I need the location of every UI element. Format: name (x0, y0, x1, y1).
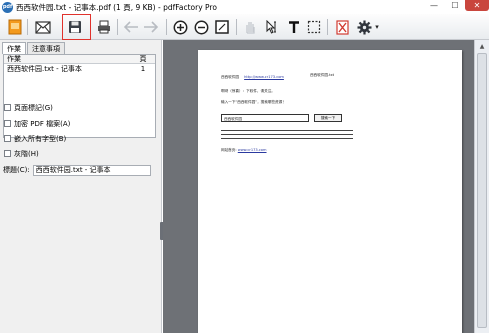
forward-arrow-icon[interactable] (142, 18, 160, 36)
scroll-up-arrow-icon[interactable]: ▲ (475, 40, 489, 52)
toolbar-separator (166, 19, 167, 35)
job-list-header: 作業 頁 (4, 55, 155, 64)
title-field-label: 標題(C): (3, 166, 30, 174)
embed-fonts-label: 嵌入所有字型(B) (14, 134, 67, 143)
close-button[interactable]: ✕ (465, 0, 489, 11)
vertical-scrollbar[interactable]: ▲ (474, 40, 489, 333)
encrypt-pdf-checkbox[interactable] (4, 120, 11, 127)
window-title: 西西软件园.txt - 记事本.pdf (1 頁, 9 KB) - pdfFac… (16, 2, 217, 12)
doc-divider (221, 130, 353, 131)
maximize-button[interactable]: ☐ (445, 0, 465, 11)
encrypt-pdf-label: 加密 PDF 檔案(A) (14, 119, 71, 128)
doc-search-input-value: 西西软件园 (224, 116, 242, 121)
settings-dropdown-arrow-icon[interactable]: ▾ (373, 18, 381, 36)
option-encrypt-pdf[interactable]: 加密 PDF 檔案(A) (4, 118, 70, 129)
column-header-job[interactable]: 作業 (4, 54, 132, 64)
doc-footer-link[interactable]: www.cr173.com (238, 148, 267, 152)
title-bar: pdf 西西软件园.txt - 记事本.pdf (1 頁, 9 KB) - pd… (0, 0, 489, 14)
pdf-page: 西西软件园 http://www.cr173.com 西西软件园.txt 啊呀（… (198, 50, 462, 333)
option-embed-fonts[interactable]: 嵌入所有字型(B) (4, 133, 66, 144)
title-input[interactable]: 西西软件园.txt - 记事本 (32, 164, 151, 176)
doc-footer-label: 网站首页: (221, 148, 237, 152)
option-grayscale[interactable]: 灰階(H) (4, 148, 39, 159)
job-row[interactable]: 西西软件园.txt - 记事本 1 (4, 64, 155, 74)
tab-notes[interactable]: 注意事項 (27, 42, 65, 54)
doc-divider (221, 134, 353, 135)
page-marks-checkbox[interactable] (4, 104, 11, 111)
option-page-marks[interactable]: 頁面標記(G) (4, 102, 53, 113)
select-cursor-icon[interactable] (263, 18, 281, 36)
zoom-in-icon[interactable] (172, 18, 189, 36)
doc-site-name: 西西软件园 (221, 75, 239, 79)
hand-icon[interactable] (242, 18, 258, 36)
save-button-highlight (62, 14, 91, 40)
zoom-out-icon[interactable] (193, 18, 210, 36)
left-panel: 作業 注意事項 作業 頁 西西软件园.txt - 记事本 1 頁面標記(G) 加… (0, 40, 162, 333)
doc-divider (221, 138, 353, 139)
doc-search-input[interactable]: 西西软件园 (221, 114, 309, 122)
doc-filename: 西西软件园.txt (310, 73, 335, 77)
back-arrow-icon[interactable] (122, 18, 140, 36)
text-tool-icon[interactable] (286, 18, 302, 36)
toolbar-separator (327, 19, 328, 35)
toolbar-separator (27, 19, 28, 35)
delete-page-icon[interactable] (334, 18, 350, 36)
doc-footer: 网站首页: www.cr173.com (221, 148, 267, 153)
toolbar-separator (117, 19, 118, 35)
column-header-pages[interactable]: 頁 (132, 54, 154, 64)
pdffactory-logo-icon: pdf (2, 1, 13, 13)
envelope-icon[interactable] (34, 18, 52, 36)
job-pages: 1 (140, 65, 146, 73)
marquee-select-icon[interactable] (306, 18, 322, 36)
tab-jobs[interactable]: 作業 (2, 42, 26, 54)
doc-line-1: 西西软件园 http://www.cr173.com (221, 75, 284, 80)
settings-gear-icon[interactable] (356, 18, 372, 36)
grayscale-label: 灰階(H) (14, 149, 39, 158)
doc-site-link[interactable]: http://www.cr173.com (244, 75, 284, 79)
title-field-row: 標題(C): 西西软件园.txt - 记事本 (3, 164, 151, 176)
doc-line-2: 啊呀（惊喜）：下软件，请关注。 (221, 89, 275, 93)
page-marks-label: 頁面標記(G) (14, 103, 53, 112)
toolbar-separator (236, 19, 237, 35)
panel-tabs: 作業 注意事項 (2, 42, 65, 54)
grayscale-checkbox[interactable] (4, 150, 11, 157)
doc-line-3: 输入一下“西西软件园”，搜索哪些资源！ (221, 100, 286, 104)
minimize-button[interactable]: — (423, 0, 445, 11)
print-icon[interactable] (96, 18, 112, 36)
embed-fonts-checkbox[interactable] (4, 135, 11, 142)
document-icon[interactable] (7, 18, 23, 36)
job-name: 西西软件园.txt - 记事本 (7, 65, 82, 73)
doc-search-button[interactable]: 搜索一下 (314, 114, 342, 122)
scrollbar-thumb[interactable] (477, 53, 487, 328)
fit-page-icon[interactable] (213, 18, 230, 36)
